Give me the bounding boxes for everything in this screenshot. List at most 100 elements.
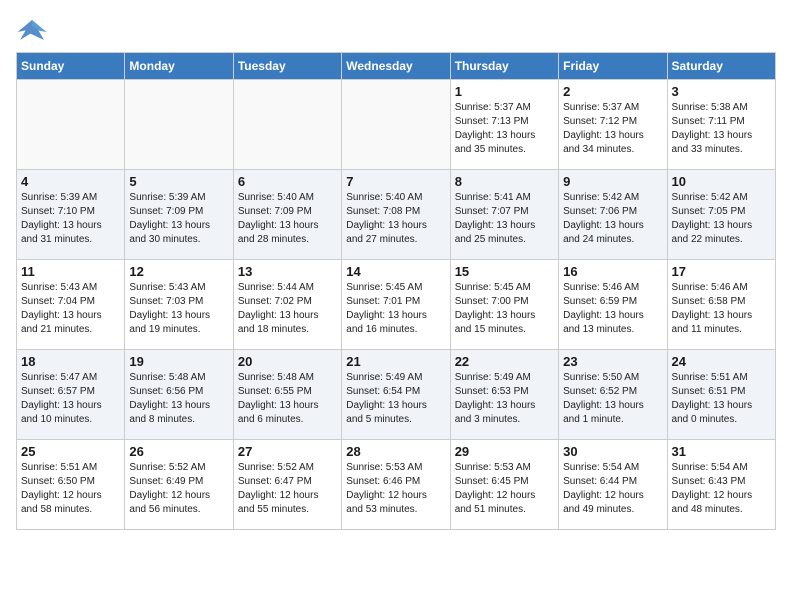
calendar-day-cell: 8 Sunrise: 5:41 AM Sunset: 7:07 PM Daylig… (450, 170, 558, 260)
day-number: 18 (21, 354, 120, 369)
calendar-day-cell: 28Sunrise: 5:53 AM Sunset: 6:46 PM Dayli… (342, 440, 450, 530)
day-number: 15 (455, 264, 554, 279)
day-info: Sunrise: 5:37 AM Sunset: 7:12 PM Dayligh… (563, 101, 662, 157)
calendar-table: SundayMondayTuesdayWednesdayThursdayFrid… (16, 52, 776, 530)
day-info: Sunrise: 5:50 AM Sunset: 6:52 PM Dayligh… (563, 371, 662, 427)
calendar-day-cell: 6Sunrise: 5:40 AM Sunset: 7:09 PM Daylig… (233, 170, 341, 260)
logo (16, 16, 52, 44)
calendar-day-cell: 1 Sunrise: 5:37 AM Sunset: 7:13 PM Daylig… (450, 80, 558, 170)
calendar-day-cell: 10Sunrise: 5:42 AM Sunset: 7:05 PM Dayli… (667, 170, 775, 260)
day-number: 16 (563, 264, 662, 279)
day-number: 3 (672, 84, 771, 99)
calendar-day-cell: 3 Sunrise: 5:38 AM Sunset: 7:11 PM Daylig… (667, 80, 775, 170)
day-number: 8 (455, 174, 554, 189)
calendar-day-cell: 30 Sunrise: 5:54 AM Sunset: 6:44 PM Dayli… (559, 440, 667, 530)
day-number: 5 (129, 174, 228, 189)
day-info: Sunrise: 5:51 AM Sunset: 6:51 PM Dayligh… (672, 371, 771, 427)
day-info: Sunrise: 5:49 AM Sunset: 6:54 PM Dayligh… (346, 371, 445, 427)
calendar-day-cell: 23 Sunrise: 5:50 AM Sunset: 6:52 PM Dayli… (559, 350, 667, 440)
calendar-day-cell: 29 Sunrise: 5:53 AM Sunset: 6:45 PM Dayli… (450, 440, 558, 530)
calendar-day-cell (17, 80, 125, 170)
day-of-week-header: Friday (559, 53, 667, 80)
day-of-week-header: Sunday (17, 53, 125, 80)
calendar-header-row: SundayMondayTuesdayWednesdayThursdayFrid… (17, 53, 776, 80)
calendar-day-cell: 9Sunrise: 5:42 AM Sunset: 7:06 PM Daylig… (559, 170, 667, 260)
day-number: 22 (455, 354, 554, 369)
calendar-week-row: 1 Sunrise: 5:37 AM Sunset: 7:13 PM Daylig… (17, 80, 776, 170)
calendar-day-cell: 13Sunrise: 5:44 AM Sunset: 7:02 PM Dayli… (233, 260, 341, 350)
day-info: Sunrise: 5:53 AM Sunset: 6:46 PM Dayligh… (346, 461, 445, 517)
day-number: 30 (563, 444, 662, 459)
day-number: 12 (129, 264, 228, 279)
day-number: 4 (21, 174, 120, 189)
day-of-week-header: Wednesday (342, 53, 450, 80)
day-number: 29 (455, 444, 554, 459)
day-number: 25 (21, 444, 120, 459)
day-number: 21 (346, 354, 445, 369)
day-of-week-header: Tuesday (233, 53, 341, 80)
day-of-week-header: Thursday (450, 53, 558, 80)
day-info: Sunrise: 5:41 AM Sunset: 7:07 PM Dayligh… (455, 191, 554, 247)
day-number: 13 (238, 264, 337, 279)
day-number: 11 (21, 264, 120, 279)
calendar-day-cell: 17Sunrise: 5:46 AM Sunset: 6:58 PM Dayli… (667, 260, 775, 350)
calendar-day-cell: 31 Sunrise: 5:54 AM Sunset: 6:43 PM Dayli… (667, 440, 775, 530)
day-info: Sunrise: 5:51 AM Sunset: 6:50 PM Dayligh… (21, 461, 120, 517)
day-info: Sunrise: 5:54 AM Sunset: 6:43 PM Dayligh… (672, 461, 771, 517)
calendar-day-cell: 2 Sunrise: 5:37 AM Sunset: 7:12 PM Daylig… (559, 80, 667, 170)
day-info: Sunrise: 5:52 AM Sunset: 6:49 PM Dayligh… (129, 461, 228, 517)
day-info: Sunrise: 5:54 AM Sunset: 6:44 PM Dayligh… (563, 461, 662, 517)
day-info: Sunrise: 5:40 AM Sunset: 7:08 PM Dayligh… (346, 191, 445, 247)
day-number: 2 (563, 84, 662, 99)
day-info: Sunrise: 5:48 AM Sunset: 6:56 PM Dayligh… (129, 371, 228, 427)
day-number: 24 (672, 354, 771, 369)
day-number: 31 (672, 444, 771, 459)
day-info: Sunrise: 5:43 AM Sunset: 7:03 PM Dayligh… (129, 281, 228, 337)
day-info: Sunrise: 5:39 AM Sunset: 7:09 PM Dayligh… (129, 191, 228, 247)
day-of-week-header: Monday (125, 53, 233, 80)
calendar-day-cell: 26 Sunrise: 5:52 AM Sunset: 6:49 PM Dayli… (125, 440, 233, 530)
day-number: 17 (672, 264, 771, 279)
calendar-day-cell: 27 Sunrise: 5:52 AM Sunset: 6:47 PM Dayli… (233, 440, 341, 530)
day-info: Sunrise: 5:46 AM Sunset: 6:59 PM Dayligh… (563, 281, 662, 337)
calendar-day-cell: 14 Sunrise: 5:45 AM Sunset: 7:01 PM Dayli… (342, 260, 450, 350)
day-number: 26 (129, 444, 228, 459)
day-info: Sunrise: 5:45 AM Sunset: 7:01 PM Dayligh… (346, 281, 445, 337)
calendar-day-cell: 19 Sunrise: 5:48 AM Sunset: 6:56 PM Dayli… (125, 350, 233, 440)
day-number: 14 (346, 264, 445, 279)
day-info: Sunrise: 5:52 AM Sunset: 6:47 PM Dayligh… (238, 461, 337, 517)
logo-icon (16, 16, 48, 44)
day-info: Sunrise: 5:40 AM Sunset: 7:09 PM Dayligh… (238, 191, 337, 247)
calendar-day-cell: 15 Sunrise: 5:45 AM Sunset: 7:00 PM Dayli… (450, 260, 558, 350)
day-number: 27 (238, 444, 337, 459)
calendar-day-cell: 16 Sunrise: 5:46 AM Sunset: 6:59 PM Dayli… (559, 260, 667, 350)
calendar-day-cell: 12 Sunrise: 5:43 AM Sunset: 7:03 PM Dayli… (125, 260, 233, 350)
calendar-day-cell: 20 Sunrise: 5:48 AM Sunset: 6:55 PM Dayli… (233, 350, 341, 440)
day-number: 20 (238, 354, 337, 369)
day-number: 10 (672, 174, 771, 189)
day-info: Sunrise: 5:39 AM Sunset: 7:10 PM Dayligh… (21, 191, 120, 247)
day-info: Sunrise: 5:47 AM Sunset: 6:57 PM Dayligh… (21, 371, 120, 427)
day-number: 23 (563, 354, 662, 369)
calendar-week-row: 11Sunrise: 5:43 AM Sunset: 7:04 PM Dayli… (17, 260, 776, 350)
day-info: Sunrise: 5:38 AM Sunset: 7:11 PM Dayligh… (672, 101, 771, 157)
day-number: 9 (563, 174, 662, 189)
day-number: 7 (346, 174, 445, 189)
day-number: 1 (455, 84, 554, 99)
day-of-week-header: Saturday (667, 53, 775, 80)
calendar-day-cell (233, 80, 341, 170)
calendar-week-row: 25 Sunrise: 5:51 AM Sunset: 6:50 PM Dayli… (17, 440, 776, 530)
day-info: Sunrise: 5:49 AM Sunset: 6:53 PM Dayligh… (455, 371, 554, 427)
calendar-week-row: 18 Sunrise: 5:47 AM Sunset: 6:57 PM Dayli… (17, 350, 776, 440)
calendar-day-cell: 18 Sunrise: 5:47 AM Sunset: 6:57 PM Dayli… (17, 350, 125, 440)
day-info: Sunrise: 5:45 AM Sunset: 7:00 PM Dayligh… (455, 281, 554, 337)
day-info: Sunrise: 5:37 AM Sunset: 7:13 PM Dayligh… (455, 101, 554, 157)
day-number: 19 (129, 354, 228, 369)
calendar-day-cell: 25 Sunrise: 5:51 AM Sunset: 6:50 PM Dayli… (17, 440, 125, 530)
calendar-day-cell: 11Sunrise: 5:43 AM Sunset: 7:04 PM Dayli… (17, 260, 125, 350)
day-info: Sunrise: 5:48 AM Sunset: 6:55 PM Dayligh… (238, 371, 337, 427)
calendar-day-cell: 5 Sunrise: 5:39 AM Sunset: 7:09 PM Daylig… (125, 170, 233, 260)
calendar-day-cell: 24 Sunrise: 5:51 AM Sunset: 6:51 PM Dayli… (667, 350, 775, 440)
calendar-day-cell (342, 80, 450, 170)
day-info: Sunrise: 5:53 AM Sunset: 6:45 PM Dayligh… (455, 461, 554, 517)
